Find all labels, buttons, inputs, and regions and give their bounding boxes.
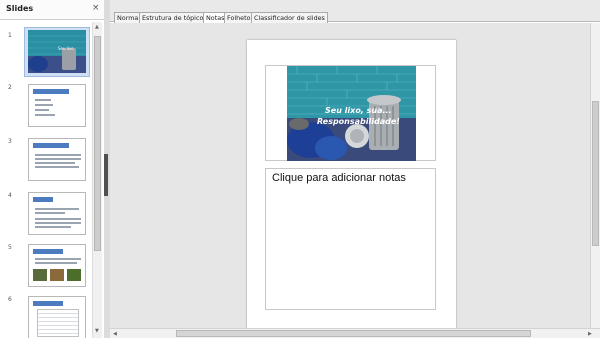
splitter-grip-handle[interactable] xyxy=(104,154,108,196)
slide-thumbnail-5[interactable]: 5 xyxy=(6,244,86,292)
notes-workspace: Seu lixo, sua... Responsabilidade! Cliqu… xyxy=(110,23,590,330)
scrollbar-thumb[interactable] xyxy=(94,36,101,251)
tab-slide-sorter[interactable]: Classificador de slides xyxy=(251,12,328,23)
scrollbar-thumb[interactable] xyxy=(176,330,531,337)
slides-pane: Slides × 1 Seu lixo 2 3 4 5 6 ▲ ▼ xyxy=(0,0,106,338)
slide-preview xyxy=(28,138,86,181)
slide-preview xyxy=(28,244,86,287)
slide-thumbnail-6[interactable]: 6 xyxy=(6,296,86,338)
notes-text-area[interactable]: Clique para adicionar notas xyxy=(265,168,436,310)
slide-title-line-2: Responsabilidade! xyxy=(317,117,400,126)
slide-number: 1 xyxy=(8,32,12,39)
slide-preview xyxy=(28,84,86,127)
slide-preview: Seu lixo xyxy=(28,30,86,73)
slide-preview xyxy=(28,192,86,235)
slide-image: Seu lixo, sua... Responsabilidade! xyxy=(287,66,416,161)
notes-placeholder: Clique para adicionar notas xyxy=(272,172,406,184)
slide-thumbnail-2[interactable]: 2 xyxy=(6,84,86,132)
slides-pane-header: Slides × xyxy=(0,0,106,20)
arrow-left-icon[interactable]: ◀ xyxy=(113,331,117,337)
slide-number: 2 xyxy=(8,84,12,91)
tab-outline[interactable]: Estrutura de tópicos xyxy=(139,12,210,23)
scrollbar-thumb[interactable] xyxy=(592,101,599,246)
vertical-scrollbar[interactable] xyxy=(590,23,600,328)
view-tab-strip: Normal Estrutura de tópicos Notas Folhet… xyxy=(110,0,600,24)
slides-list-scrollbar[interactable]: ▲ ▼ xyxy=(92,22,102,338)
slide-thumbnail-4[interactable]: 4 xyxy=(6,192,86,240)
slide-number: 3 xyxy=(8,138,12,145)
slide-title-line-1: Seu lixo, sua... xyxy=(325,106,392,115)
arrow-right-icon[interactable]: ▶ xyxy=(588,331,592,337)
arrow-down-icon[interactable]: ▼ xyxy=(95,328,99,334)
slide-preview xyxy=(28,296,86,338)
close-icon[interactable]: × xyxy=(92,3,100,13)
slide-number: 5 xyxy=(8,244,12,251)
tab-handout[interactable]: Folheto xyxy=(224,12,254,23)
slide-thumbnail-1[interactable]: 1 Seu lixo xyxy=(6,27,90,78)
arrow-up-icon[interactable]: ▲ xyxy=(95,24,99,30)
slide-thumbnail-3[interactable]: 3 xyxy=(6,138,86,186)
svg-text:Seu lixo: Seu lixo xyxy=(58,46,74,51)
notes-page: Seu lixo, sua... Responsabilidade! Cliqu… xyxy=(247,40,456,330)
slide-number: 4 xyxy=(8,192,12,199)
slide-preview-frame[interactable]: Seu lixo, sua... Responsabilidade! xyxy=(265,65,436,161)
horizontal-scrollbar[interactable]: ◀ ▶ xyxy=(110,328,600,338)
slide-thumbnail-list: 1 Seu lixo 2 3 4 5 6 xyxy=(0,22,92,338)
slide-number: 6 xyxy=(8,296,12,303)
slides-pane-title: Slides xyxy=(6,4,34,13)
